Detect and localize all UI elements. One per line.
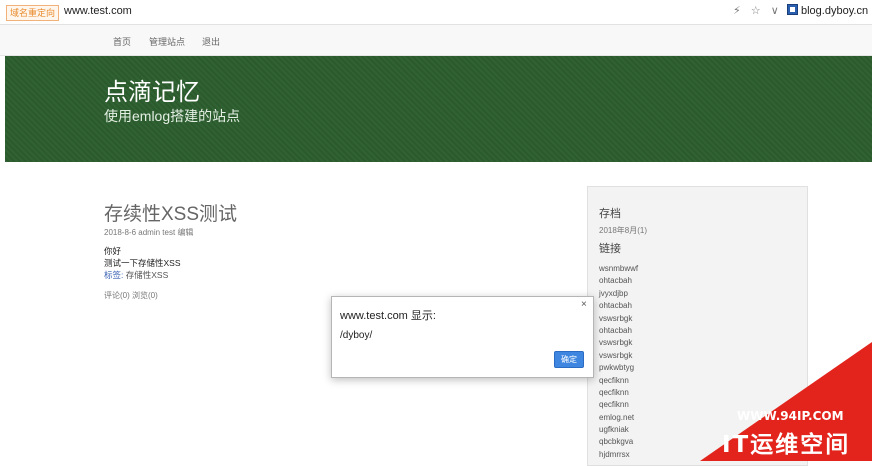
dialog-title: www.test.com 显示:: [340, 310, 436, 322]
link-item[interactable]: vswsrbgk: [599, 313, 638, 325]
archive-item[interactable]: 2018年8月(1): [599, 225, 647, 236]
post-edit-link[interactable]: 编辑: [177, 228, 193, 237]
post-date: 2018-8-6: [104, 228, 137, 237]
ok-button[interactable]: 确定: [554, 351, 584, 368]
nav-admin[interactable]: 管理站点: [149, 35, 185, 48]
bookmark-link[interactable]: blog.dyboy.cn: [787, 4, 868, 17]
link-item[interactable]: emlog.net: [599, 412, 638, 424]
links-heading: 链接: [599, 243, 621, 255]
watermark-url: WWW.94IP.COM: [737, 409, 844, 423]
watermark-name: IT运维空间: [722, 432, 851, 458]
site-favicon-icon: [787, 4, 798, 15]
post-body-line: 测试一下存储性XSS: [104, 258, 181, 268]
post-body: 你好 测试一下存储性XSS 标签: 存储性XSS: [104, 245, 181, 281]
link-item[interactable]: ohtacbah: [599, 325, 638, 337]
lightning-icon[interactable]: ⚡: [733, 5, 741, 17]
post-footer: 评论(0) 浏览(0): [104, 290, 158, 301]
chevron-down-icon[interactable]: ∨: [771, 5, 779, 17]
star-icon[interactable]: ☆: [751, 5, 761, 17]
nav-home[interactable]: 首页: [113, 35, 131, 48]
tag-link[interactable]: 存储性XSS: [126, 270, 169, 280]
post-title[interactable]: 存续性XSS测试: [104, 199, 237, 226]
post-meta: 2018-8-6 admin test 编辑: [104, 227, 193, 238]
link-item[interactable]: ohtacbah: [599, 275, 638, 287]
views-count: 浏览(0): [132, 291, 158, 300]
nav-logout[interactable]: 退出: [202, 35, 220, 48]
redirect-tag[interactable]: 域名重定向: [6, 5, 60, 21]
address-bar-icons: ⚡ ☆ ∨: [733, 4, 786, 17]
close-icon[interactable]: ×: [581, 299, 587, 310]
post-tags: 标签: 存储性XSS: [104, 269, 181, 281]
link-item[interactable]: qecfiknn: [599, 375, 638, 387]
comments-link[interactable]: 评论(0): [104, 291, 130, 300]
archive-heading: 存档: [599, 208, 621, 220]
post-category-link[interactable]: test: [162, 228, 175, 237]
site-header-banner: 点滴记忆 使用emlog搭建的站点: [5, 56, 872, 162]
link-item[interactable]: wsnmbwwf: [599, 263, 638, 275]
post-author-link[interactable]: admin: [138, 228, 160, 237]
link-item[interactable]: hjdmrrsx: [599, 449, 638, 461]
bookmark-label: blog.dyboy.cn: [801, 5, 869, 17]
links-list: wsnmbwwf ohtacbah jvyxdjbp ohtacbah vsws…: [599, 263, 638, 461]
site-title[interactable]: 点滴记忆: [104, 72, 200, 107]
link-item[interactable]: vswsrbgk: [599, 337, 638, 349]
post-body-line: 你好: [104, 246, 122, 256]
link-item[interactable]: qbcbkgva: [599, 436, 638, 448]
tag-label: 标签:: [104, 270, 124, 280]
alert-dialog: www.test.com 显示: × /dyboy/ 确定: [331, 296, 594, 378]
link-item[interactable]: jvyxdjbp: [599, 288, 638, 300]
link-item[interactable]: ohtacbah: [599, 300, 638, 312]
url-input[interactable]: www.test.com: [64, 5, 132, 17]
browser-address-bar: 域名重定向 www.test.com ⚡ ☆ ∨ blog.dyboy.cn: [0, 0, 872, 25]
link-item[interactable]: ugfkniak: [599, 424, 638, 436]
link-item[interactable]: qecfiknn: [599, 399, 638, 411]
link-item[interactable]: qecfiknn: [599, 387, 638, 399]
link-item[interactable]: pwkwbtyg: [599, 362, 638, 374]
site-subtitle: 使用emlog搭建的站点: [104, 108, 241, 124]
site-nav: 首页 管理站点 退出: [0, 25, 872, 56]
link-item[interactable]: vswsrbgk: [599, 350, 638, 362]
dialog-message: /dyboy/: [340, 330, 373, 341]
